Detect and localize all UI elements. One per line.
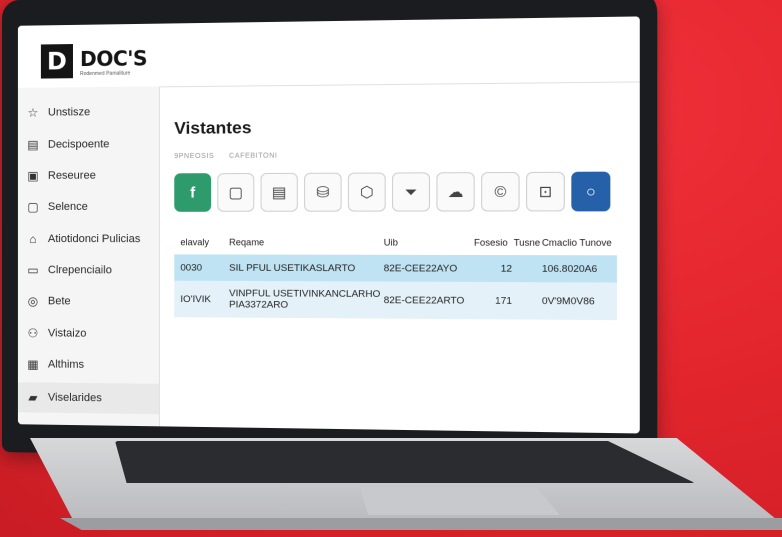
column-header[interactable]: Cmaclio Tunove	[542, 237, 617, 248]
column-header[interactable]: Uib	[384, 237, 470, 247]
header: D DOC'S Rodenmed Pamaliture	[18, 16, 640, 88]
sidebar-item-label: Atiotidonci Pulicias	[48, 233, 140, 245]
sidebar-item-selence[interactable]: ▢ Selence	[26, 196, 88, 218]
database-button[interactable]: ⛁	[304, 173, 342, 212]
table-header: elavaly Reqame Uib Fosesio Tusne Cmaclio…	[174, 230, 617, 255]
copyright-button[interactable]: ©	[481, 172, 520, 212]
sub-tabs: 9PNEOSIS CAFEBITONI	[174, 152, 290, 160]
facebook-button[interactable]: f	[174, 173, 211, 212]
facebook-icon: f	[190, 184, 195, 201]
document-icon: ▤	[26, 138, 40, 152]
sidebar-item-label: Unstisze	[48, 106, 90, 118]
column-header[interactable]: Fosesio	[470, 237, 512, 247]
circle-icon: ○	[586, 183, 596, 201]
data-table: elavaly Reqame Uib Fosesio Tusne Cmaclio…	[174, 230, 617, 320]
column-header[interactable]: Reqame	[229, 237, 384, 247]
filter-button[interactable]: ⏷	[392, 172, 430, 211]
sidebar-item-label: Reseuree	[48, 170, 96, 182]
table-cell: 171	[470, 295, 512, 307]
app-window: D DOC'S Rodenmed Pamaliture ☆ Unstisze ▤…	[18, 16, 640, 433]
document-icon: ▤	[272, 183, 287, 201]
home-icon: ⌂	[26, 232, 40, 246]
sidebar-item-label: Vistaizo	[48, 327, 86, 339]
brand-tagline: Rodenmed Pamaliture	[80, 71, 130, 78]
sidebar-item-viselarides[interactable]: ▰ Viselarides	[18, 382, 159, 414]
laptop-lid: D DOC'S Rodenmed Pamaliture ☆ Unstisze ▤…	[2, 0, 657, 463]
square-icon: ▢	[26, 200, 40, 214]
shield-button[interactable]: ⬡	[348, 173, 386, 212]
table-row[interactable]: 0030 SIL PFUL USETIKASLARTO 82E-CEE22AYO…	[174, 254, 617, 282]
keyboard	[115, 441, 695, 483]
cloud-button[interactable]: ☁	[436, 172, 474, 211]
filter-icon: ⏷	[405, 183, 418, 201]
building-icon: ▦	[26, 357, 40, 371]
sidebar-item-label: Althims	[48, 358, 84, 370]
toolbar: f ▢ ▤ ⛁ ⬡ ⏷ ☁ © ⊡ ○	[174, 172, 610, 212]
sidebar-item-althims[interactable]: ▦ Althims	[26, 353, 84, 376]
table-cell: 82E-CEE22ARTO	[384, 294, 470, 306]
table-row[interactable]: IO'IVIK VINPFUL USETIVINKANCLARHO PIA337…	[174, 281, 617, 320]
sidebar-item-label: Selence	[48, 201, 88, 213]
laptop-front-edge	[60, 518, 782, 530]
sidebar-item-decispoente[interactable]: ▤ Decispoente	[26, 133, 110, 156]
table-cell: 106.8020A6	[542, 263, 617, 275]
sidebar-item-clrepenciailo[interactable]: ▭ Clrepenciailo	[26, 259, 112, 281]
sidebar-item-label: Bete	[48, 295, 71, 307]
sidebar-item-vistaizo[interactable]: ⚇ Vistaizo	[26, 322, 86, 345]
sidebar-item-label: Clrepenciailo	[48, 264, 112, 276]
image-icon: ▣	[26, 169, 40, 183]
main-content: Vistantes 9PNEOSIS CAFEBITONI f ▢ ▤ ⛁ ⬡ …	[160, 81, 640, 433]
document-button[interactable]: ▤	[261, 173, 298, 212]
cylinder-icon: ⛁	[316, 183, 329, 201]
sidebar-item-label: Viselarides	[48, 392, 102, 405]
table-cell: 82E-CEE22AYO	[384, 263, 470, 275]
sidebar-item-bete[interactable]: ◎ Bete	[26, 290, 71, 312]
touchpad	[360, 487, 560, 515]
tab-label[interactable]: 9PNEOSIS	[174, 153, 214, 160]
shield-icon: ⬡	[360, 183, 374, 202]
table-cell: IO'IVIK	[174, 293, 229, 304]
logo-icon: D	[41, 44, 73, 79]
target-icon: ◎	[26, 294, 40, 308]
table-cell: SIL PFUL USETIKASLARTO	[229, 262, 384, 274]
circle-button[interactable]: ○	[571, 172, 610, 212]
column-header[interactable]: elavaly	[174, 237, 229, 247]
table-cell: VINPFUL USETIVINKANCLARHO PIA3372ARO	[229, 288, 384, 311]
square-button[interactable]: ▢	[217, 173, 254, 212]
card-icon: ▭	[26, 263, 40, 277]
sidebar-item-label: Decispoente	[48, 138, 110, 150]
sidebar-item-reseuree[interactable]: ▣ Reseuree	[26, 165, 96, 187]
copyright-icon: ©	[494, 183, 506, 201]
sidebar-item-atiotidonci[interactable]: ⌂ Atiotidonci Pulicias	[26, 228, 140, 250]
star-icon: ☆	[26, 106, 40, 120]
sidebar-item-unstisze[interactable]: ☆ Unstisze	[26, 101, 90, 124]
table-cell: 0V'9M0V86	[542, 295, 617, 307]
lock-icon: ⊡	[539, 182, 553, 201]
sidebar: ☆ Unstisze ▤ Decispoente ▣ Reseuree ▢ Se…	[18, 86, 160, 426]
table-cell: 0030	[174, 262, 229, 273]
tab-label[interactable]: CAFEBITONI	[229, 153, 277, 160]
cloud-icon: ☁	[448, 183, 464, 202]
column-header[interactable]: Tusne	[512, 237, 542, 247]
folder-icon: ▰	[26, 390, 40, 404]
lock-button[interactable]: ⊡	[526, 172, 565, 212]
table-cell: 12	[470, 263, 512, 275]
square-outline-icon: ▢	[228, 183, 243, 201]
user-icon: ⚇	[26, 326, 40, 340]
brand-name: DOC'S	[80, 46, 147, 71]
page-title: Vistantes	[174, 118, 251, 139]
